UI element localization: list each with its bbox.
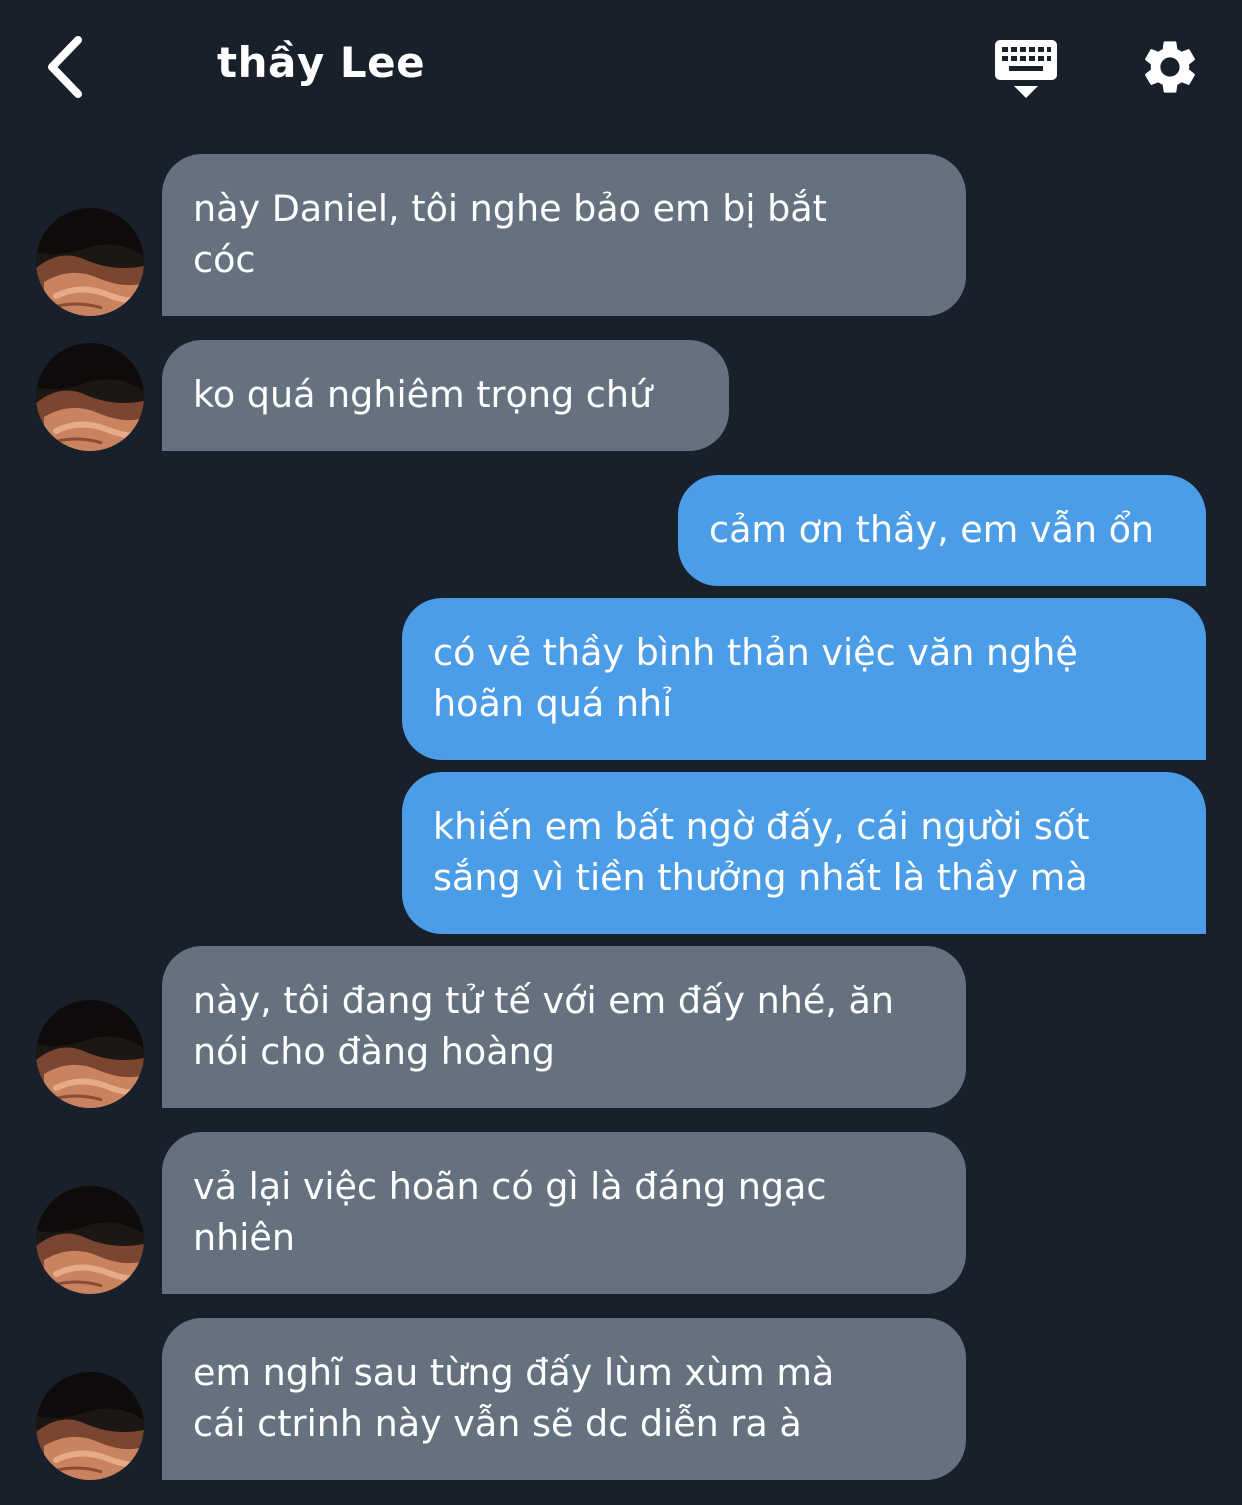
message-text-line: khiến em bất ngờ đấy, cái người sốt: [433, 805, 1090, 848]
keyboard-icon: [995, 40, 1057, 98]
message-text-line: hoãn quá nhỉ: [433, 682, 673, 725]
message-text-line: cảm ơn thầy, em vẫn ổn: [709, 508, 1155, 551]
chat-title: thầy Lee: [217, 38, 426, 87]
avatar-image: [36, 1000, 144, 1108]
message-text-line: nói cho đàng hoàng: [193, 1030, 555, 1073]
message-text-line: nhiên: [193, 1216, 295, 1259]
keyboard-button[interactable]: [992, 38, 1060, 102]
avatar-image: [36, 343, 144, 451]
message-text-line: có vẻ thầy bình thản việc văn nghệ: [433, 631, 1078, 674]
chat-header: thầy Lee: [0, 0, 1242, 135]
avatar[interactable]: [36, 1186, 144, 1294]
message-text-line: em nghĩ sau từng đấy lùm xùm mà: [193, 1351, 835, 1394]
avatar[interactable]: [36, 1372, 144, 1480]
message-text-line: cóc: [193, 238, 256, 281]
avatar-image: [36, 1186, 144, 1294]
avatar-image: [36, 208, 144, 316]
message-text-line: này, tôi đang tử tế với em đấy nhé, ăn: [193, 979, 895, 1022]
message-bubble-incoming[interactable]: vả lại việc hoãn có gì là đáng ngạc nhiê…: [162, 1132, 966, 1294]
avatar-image: [36, 1372, 144, 1480]
avatar[interactable]: [36, 1000, 144, 1108]
message-bubble-outgoing[interactable]: cảm ơn thầy, em vẫn ổn: [678, 475, 1206, 586]
message-text-line: cái ctrinh này vẫn sẽ dc diễn ra à: [193, 1402, 802, 1445]
message-text-line: vả lại việc hoãn có gì là đáng ngạc: [193, 1165, 827, 1208]
gear-icon: [1145, 41, 1195, 93]
message-text-line: này Daniel, tôi nghe bảo em bị bắt: [193, 187, 827, 230]
message-bubble-incoming[interactable]: này, tôi đang tử tế với em đấy nhé, ăn n…: [162, 946, 966, 1108]
message-text-line: ko quá nghiêm trọng chứ: [193, 373, 653, 416]
back-button[interactable]: [38, 30, 98, 104]
settings-button[interactable]: [1138, 35, 1202, 99]
message-bubble-incoming[interactable]: này Daniel, tôi nghe bảo em bị bắt cóc: [162, 154, 966, 316]
message-bubble-incoming[interactable]: em nghĩ sau từng đấy lùm xùm mà cái ctri…: [162, 1318, 966, 1480]
message-bubble-incoming[interactable]: ko quá nghiêm trọng chứ: [162, 340, 729, 451]
chevron-left-icon: [48, 36, 82, 98]
message-bubble-outgoing[interactable]: có vẻ thầy bình thản việc văn nghệ hoãn …: [402, 598, 1206, 760]
message-bubble-outgoing[interactable]: khiến em bất ngờ đấy, cái người sốt sắng…: [402, 772, 1206, 934]
avatar[interactable]: [36, 208, 144, 316]
message-text-line: sắng vì tiền thưởng nhất là thầy mà: [433, 856, 1088, 899]
avatar[interactable]: [36, 343, 144, 451]
